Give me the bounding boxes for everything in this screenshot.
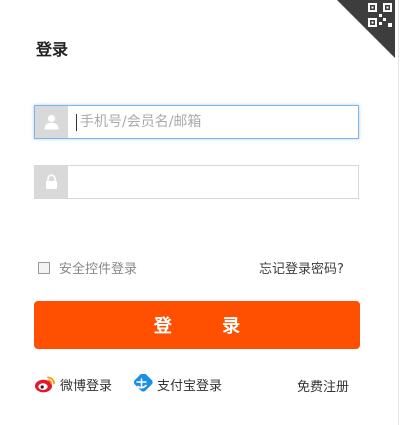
safe-control-label: 安全控件登录 [59, 262, 138, 277]
lock-icon [35, 166, 68, 198]
username-input[interactable] [80, 106, 350, 138]
register-link[interactable]: 免费注册 [297, 376, 349, 395]
login-button[interactable]: 登 录 [34, 301, 360, 349]
alipay-icon [133, 374, 153, 392]
qr-login-toggle[interactable] [337, 0, 395, 58]
login-panel: 登录 安全控件登录 忘记登录密码? 登 录 [0, 0, 399, 425]
page-title: 登录 [36, 40, 69, 59]
login-footer: 微博登录 支付宝登录 免费注册 [34, 374, 364, 398]
username-field[interactable] [34, 105, 359, 139]
safe-control-checkbox[interactable] [38, 261, 50, 274]
alipay-login-link[interactable]: 支付宝登录 [131, 374, 222, 394]
alipay-login-label: 支付宝登录 [157, 378, 223, 394]
password-input[interactable] [73, 166, 343, 198]
user-icon [35, 106, 68, 138]
weibo-login-label: 微博登录 [60, 378, 113, 394]
qr-code-icon [368, 3, 392, 27]
weibo-icon [35, 376, 55, 393]
weibo-login-link[interactable]: 微博登录 [34, 374, 112, 394]
password-field[interactable] [34, 165, 359, 199]
safe-control-option[interactable]: 安全控件登录 [38, 258, 137, 277]
text-cursor [76, 114, 77, 131]
forgot-password-link[interactable]: 忘记登录密码? [259, 258, 344, 277]
